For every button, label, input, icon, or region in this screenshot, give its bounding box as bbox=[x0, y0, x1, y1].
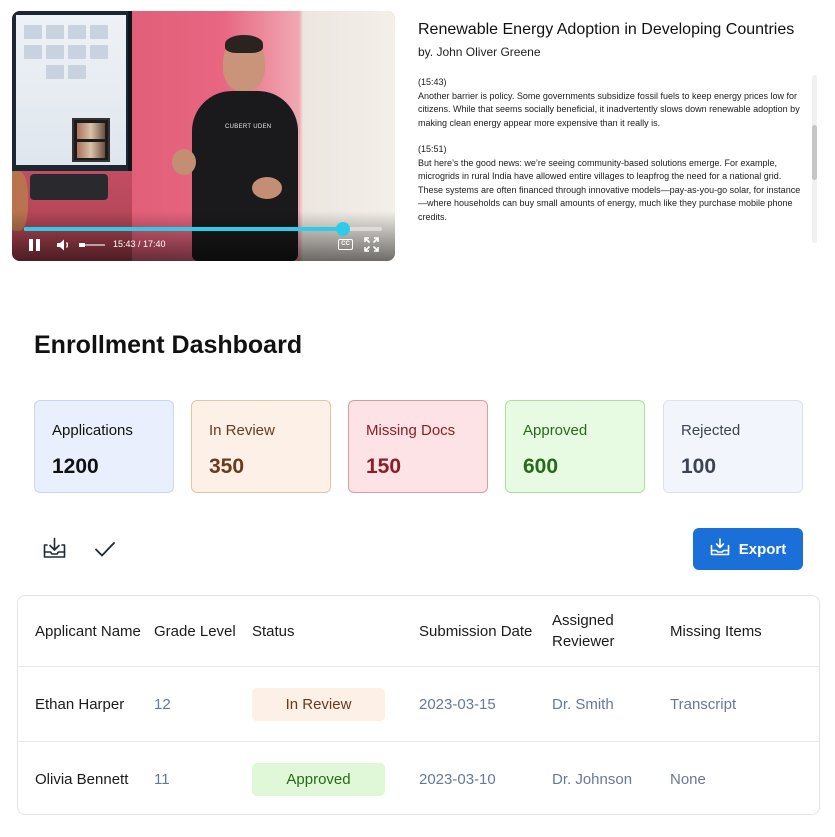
stat-label: In Review bbox=[209, 422, 275, 439]
column-header[interactable]: Applicant Name bbox=[35, 596, 145, 666]
column-header[interactable]: Missing Items bbox=[670, 596, 810, 666]
transcript-panel[interactable]: (15:43) Another barrier is policy. Some … bbox=[418, 76, 804, 241]
video-time: 15:43 / 17:40 bbox=[113, 239, 166, 249]
stat-card-missing-docs[interactable]: Missing Docs 150 bbox=[348, 400, 488, 493]
volume-slider[interactable] bbox=[79, 243, 105, 247]
column-header[interactable]: Assigned Reviewer bbox=[552, 596, 662, 666]
column-header[interactable]: Grade Level bbox=[154, 596, 244, 666]
status-badge: Approved bbox=[252, 762, 385, 796]
submission-date: 2023-03-10 bbox=[419, 770, 496, 788]
table-row[interactable]: Olivia Bennett 11 Approved 2023-03-10 Dr… bbox=[18, 742, 819, 814]
table-row[interactable]: Ethan Harper 12 In Review 2023-03-15 Dr.… bbox=[18, 667, 819, 742]
stat-value: 100 bbox=[681, 455, 717, 478]
stat-card-approved[interactable]: Approved 600 bbox=[505, 400, 645, 493]
grade-level: 12 bbox=[154, 695, 171, 713]
applicants-table: Applicant Name Grade Level Status Submis… bbox=[17, 595, 820, 815]
stat-label: Rejected bbox=[681, 422, 741, 439]
submission-date: 2023-03-15 bbox=[419, 695, 496, 713]
video-progress-bar[interactable] bbox=[24, 222, 382, 236]
check-icon[interactable] bbox=[93, 539, 117, 559]
stat-card-in-review[interactable]: In Review 350 bbox=[191, 400, 331, 493]
export-icon bbox=[710, 538, 730, 560]
missing-items: None bbox=[670, 770, 706, 788]
fullscreen-icon[interactable] bbox=[364, 237, 379, 252]
video-player[interactable]: CUBERT UDEN 15:43 / 17:40 CC bbox=[12, 11, 395, 261]
video-progress-handle[interactable] bbox=[335, 222, 350, 236]
stat-label: Missing Docs bbox=[366, 422, 456, 439]
talk-author: by. John Oliver Greene bbox=[418, 45, 541, 59]
stat-label: Approved bbox=[523, 422, 588, 439]
column-header[interactable]: Status bbox=[252, 596, 402, 666]
transcript-scrollbar-thumb[interactable] bbox=[812, 125, 817, 180]
assigned-reviewer: Dr. Johnson bbox=[552, 770, 633, 788]
missing-items: Transcript bbox=[670, 695, 737, 713]
stat-value: 600 bbox=[523, 455, 559, 478]
stat-card-applications[interactable]: Applications 1200 bbox=[34, 400, 174, 493]
stat-label: Applications bbox=[52, 422, 133, 439]
status-badge: In Review bbox=[252, 687, 385, 721]
stat-card-rejected[interactable]: Rejected 100 bbox=[663, 400, 803, 493]
video-background-photos bbox=[72, 118, 110, 162]
transcript-scrollbar[interactable] bbox=[812, 75, 817, 243]
grade-level: 11 bbox=[154, 770, 170, 788]
transcript-timestamp[interactable]: (15:51) bbox=[418, 143, 804, 157]
transcript-timestamp[interactable]: (15:43) bbox=[418, 76, 804, 90]
video-progress-fill bbox=[24, 227, 343, 231]
assigned-reviewer: Dr. Smith bbox=[552, 695, 614, 713]
stat-value: 1200 bbox=[52, 455, 99, 478]
page-title: Enrollment Dashboard bbox=[34, 331, 303, 359]
stat-value: 350 bbox=[209, 455, 245, 478]
applicant-name: Olivia Bennett bbox=[35, 770, 129, 788]
pause-icon[interactable] bbox=[29, 239, 41, 251]
export-label: Export bbox=[738, 540, 787, 558]
transcript-paragraph: Another barrier is policy. Some governme… bbox=[418, 90, 800, 128]
column-header[interactable]: Submission Date bbox=[419, 596, 544, 666]
speaker-shirt-text: CUBERT UDEN bbox=[225, 124, 272, 130]
transcript-paragraph: But here’s the good news: we’re seeing c… bbox=[418, 157, 801, 222]
volume-icon[interactable] bbox=[56, 238, 72, 252]
table-header-row: Applicant Name Grade Level Status Submis… bbox=[18, 596, 819, 667]
applicant-name: Ethan Harper bbox=[35, 695, 125, 713]
stat-value: 150 bbox=[366, 455, 402, 478]
export-button[interactable]: Export bbox=[693, 528, 803, 570]
talk-title: Renewable Energy Adoption in Developing … bbox=[418, 21, 795, 38]
closed-captions-icon[interactable]: CC bbox=[338, 239, 353, 250]
download-icon[interactable] bbox=[42, 537, 67, 559]
